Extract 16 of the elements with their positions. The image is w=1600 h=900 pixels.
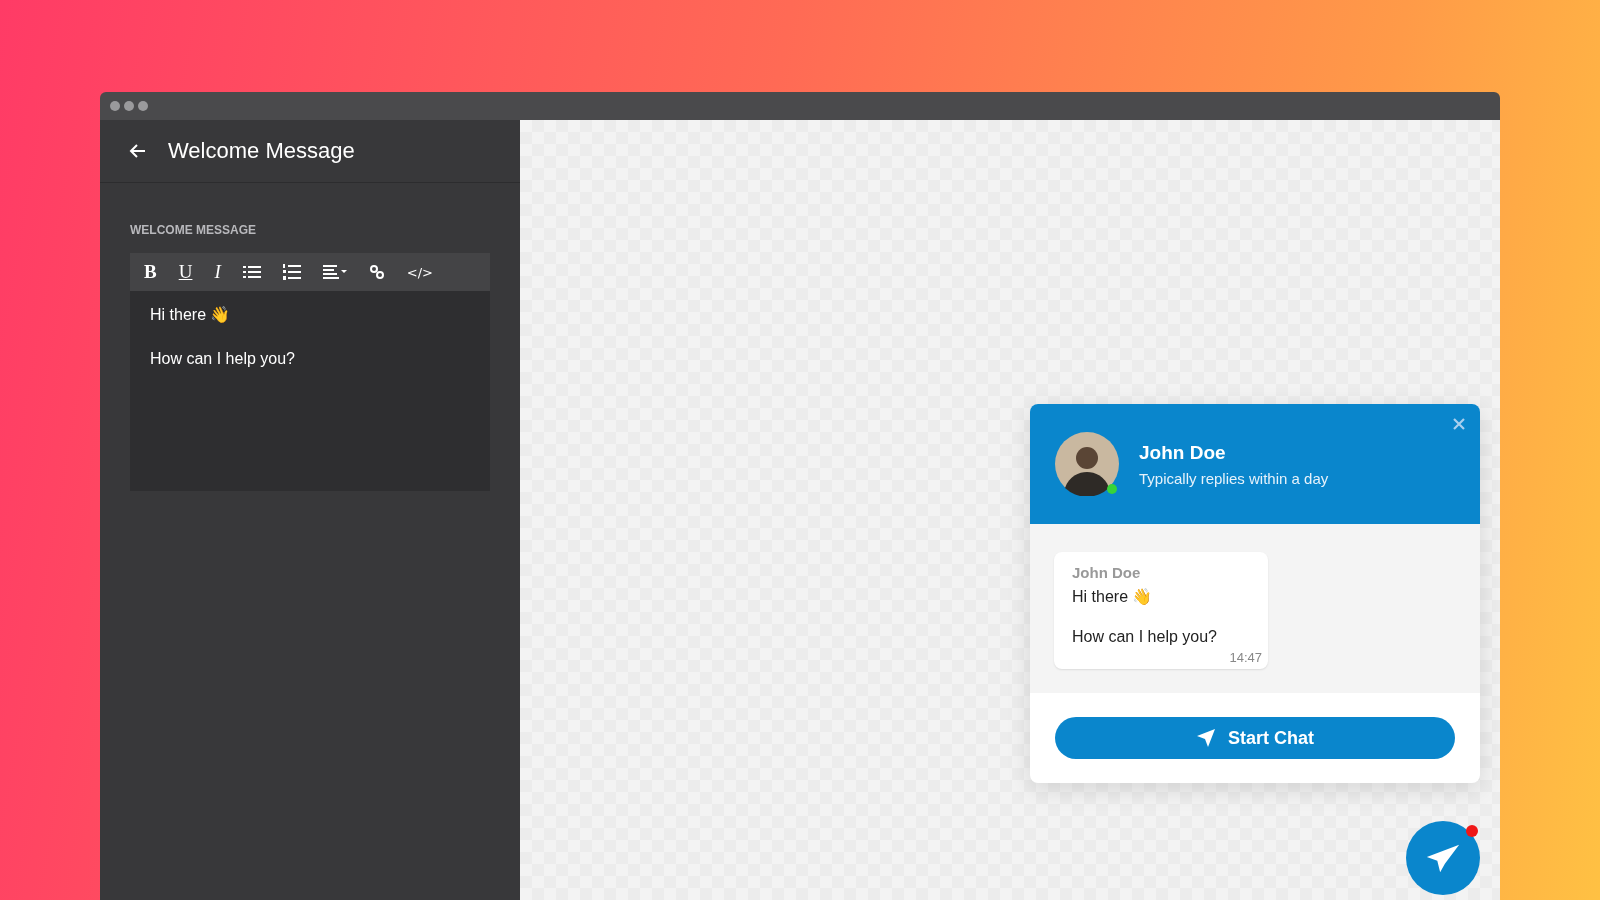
message-text: How can I help you? — [1072, 628, 1218, 646]
panel-title: Welcome Message — [168, 138, 355, 164]
bold-button[interactable]: B — [144, 261, 157, 283]
start-chat-button[interactable]: Start Chat — [1055, 717, 1455, 759]
agent-name: John Doe — [1139, 441, 1227, 464]
sender-name: John Doe — [1072, 564, 1142, 581]
editor-text: Hi there 👋 — [150, 305, 232, 324]
underline-button[interactable]: U — [178, 261, 193, 283]
agent-status: Typically replies within a day — [1139, 469, 1329, 487]
message-text: Hi there 👋 — [1072, 587, 1154, 606]
message-time: 14:47 — [1228, 650, 1262, 665]
editor-text: How can I help you? — [150, 350, 296, 368]
italic-button[interactable]: I — [214, 261, 221, 283]
code-button[interactable]: </> — [406, 264, 433, 280]
field-label: WELCOME MESSAGE — [130, 223, 257, 237]
message-editor[interactable]: Hi there 👋 How can I help you? — [130, 291, 490, 491]
